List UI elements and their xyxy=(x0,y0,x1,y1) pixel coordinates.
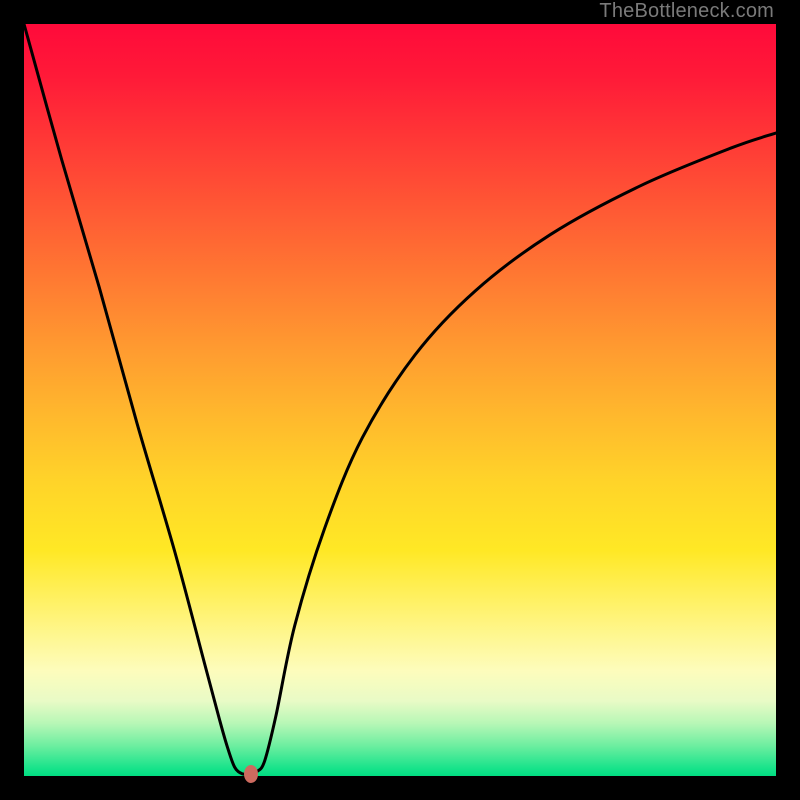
watermark-text: TheBottleneck.com xyxy=(599,0,774,23)
chart-frame xyxy=(24,24,776,776)
bottleneck-curve xyxy=(24,24,776,776)
optimum-marker xyxy=(244,765,258,783)
